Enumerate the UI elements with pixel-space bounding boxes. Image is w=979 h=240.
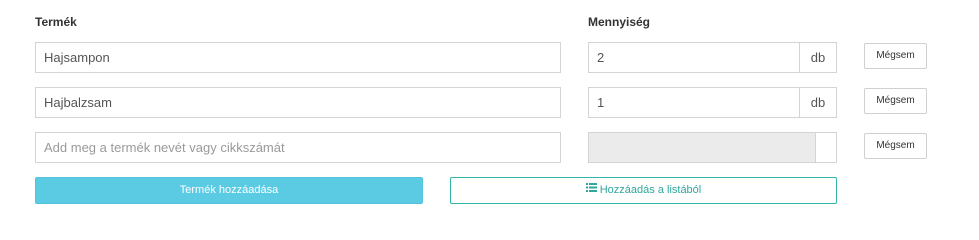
quantity-input-1[interactable]: 2: [589, 43, 799, 72]
quantity-unit-2: db: [799, 88, 836, 117]
product-input-1[interactable]: Hajsampon: [35, 42, 561, 73]
product-input-2[interactable]: Hajbalzsam: [35, 87, 561, 118]
quantity-group-1: 2 db: [588, 42, 837, 73]
new-product-input[interactable]: Add meg a termék nevét vagy cikkszámát: [35, 132, 561, 163]
quantity-unit-1: db: [799, 43, 836, 72]
new-quantity-unit: [815, 133, 836, 162]
product-form: Termék Mennyiség Hajsampon 2 db Mégsem H…: [0, 0, 979, 224]
quantity-group-2: 1 db: [588, 87, 837, 118]
cancel-button-2[interactable]: Mégsem: [864, 88, 927, 114]
list-icon: [585, 177, 597, 202]
quantity-input-2[interactable]: 1: [589, 88, 799, 117]
product-column-label: Termék: [35, 15, 77, 29]
add-from-list-label: Hozzáadás a listából: [599, 184, 702, 196]
new-quantity-group: [588, 132, 837, 163]
add-from-list-button[interactable]: Hozzáadás a listából: [450, 177, 837, 204]
cancel-button-new[interactable]: Mégsem: [864, 133, 927, 159]
quantity-column-label: Mennyiség: [588, 15, 651, 29]
add-product-button[interactable]: Termék hozzáadása: [35, 177, 423, 204]
cancel-button-1[interactable]: Mégsem: [864, 43, 927, 69]
new-quantity-input: [589, 133, 815, 162]
